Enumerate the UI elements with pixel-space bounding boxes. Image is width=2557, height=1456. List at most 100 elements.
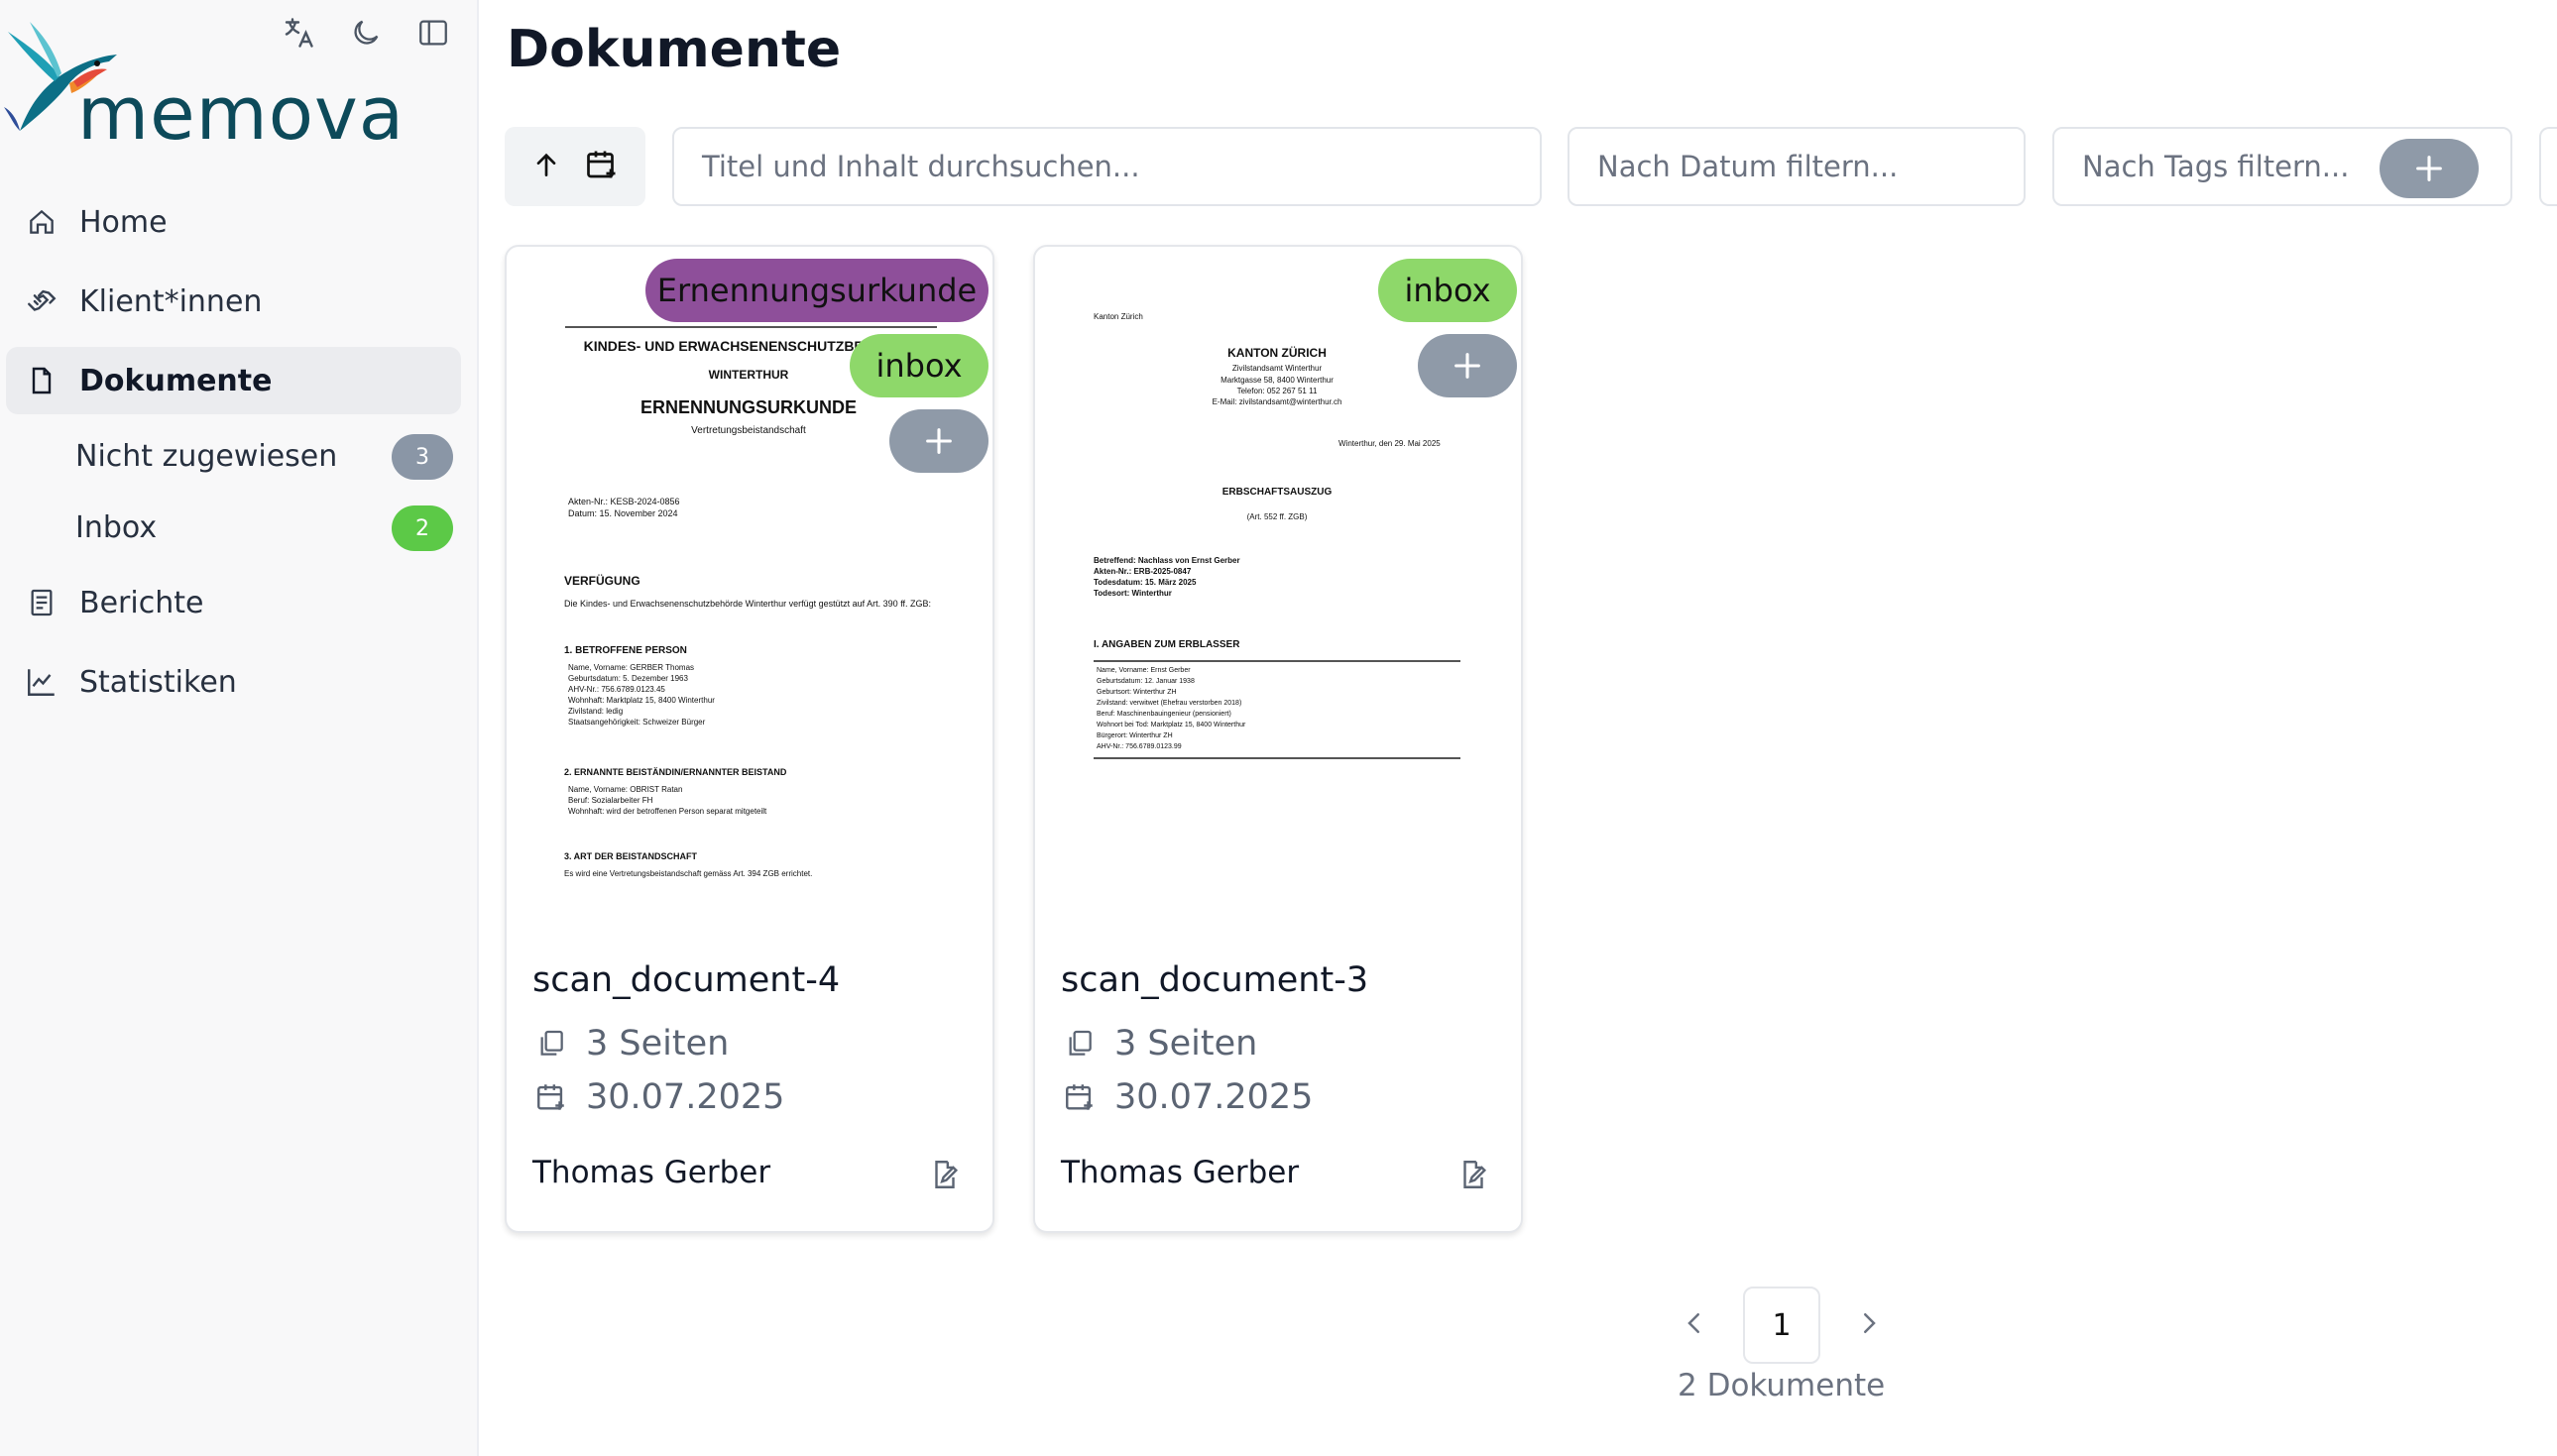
preview-text: 2. ERNANNTE BEISTÄNDIN/ERNANNTER BEISTAN…: [564, 767, 787, 777]
date-filter-input[interactable]: Nach Datum filtern...: [1568, 127, 2026, 206]
preview-text: Name, Vorname: OBRIST Ratan: [568, 785, 683, 794]
document-card[interactable]: KINDES- UND ERWACHSENENSCHUTZBEHÖRDE WIN…: [505, 245, 994, 1233]
preview-text: VERFÜGUNG: [564, 574, 640, 588]
add-tag-filter-button[interactable]: [2380, 139, 2479, 198]
document-owner[interactable]: Thomas Gerber: [1061, 1155, 1299, 1190]
document-title[interactable]: scan_document-4: [532, 960, 840, 1000]
preview-text: Geburtsdatum: 5. Dezember 1963: [568, 674, 688, 683]
preview-text: Datum: 15. November 2024: [568, 508, 678, 518]
preview-text: Wohnhaft: wird der betroffenen Person se…: [568, 807, 767, 816]
preview-text: Es wird eine Vertretungsbeistandschaft g…: [564, 869, 813, 878]
document-pages: 3 Seiten: [532, 1024, 729, 1064]
plus-icon: [2416, 156, 2442, 181]
tag-chip[interactable]: inbox: [1378, 259, 1517, 322]
sidebar-item-label: Dokumente: [79, 363, 273, 398]
preview-text: ERBSCHAFTSAUSZUG: [1221, 487, 1333, 498]
page-button[interactable]: 1: [1743, 1287, 1820, 1364]
calendar-plus-icon: [1061, 1078, 1099, 1116]
document-owner[interactable]: Thomas Gerber: [532, 1155, 770, 1190]
date-label: 30.07.2025: [586, 1077, 785, 1117]
calendar-plus-icon: [532, 1078, 570, 1116]
document-card[interactable]: Kanton Zürich KANTON ZÜRICH Zivilstandsa…: [1033, 245, 1523, 1233]
preview-text: AHV-Nr.: 756.6789.0123.45: [568, 685, 665, 694]
main-content: Dokumente Titel und Inhalt durchsuchen..…: [477, 0, 2557, 1456]
arrow-up-icon[interactable]: [530, 149, 562, 184]
chevron-left-icon[interactable]: [1680, 1308, 1709, 1342]
plus-icon: [1454, 353, 1480, 379]
preview-text: Winterthur, den 29. Mai 2025: [1338, 439, 1441, 448]
document-pages: 3 Seiten: [1061, 1024, 1257, 1064]
document-date: 30.07.2025: [1061, 1077, 1313, 1117]
sidebar-item-reports[interactable]: Berichte: [6, 569, 461, 636]
preview-text: Name, Vorname: Ernst Gerber: [1097, 667, 1191, 674]
add-tag-button[interactable]: [889, 409, 988, 473]
date-label: 30.07.2025: [1114, 1077, 1314, 1117]
logo-text: memova: [77, 71, 406, 157]
preview-text: 3. ART DER BEISTANDSCHAFT: [564, 851, 698, 861]
preview-text: Todesdatum: 15. März 2025: [1094, 578, 1197, 587]
preview-text: Beruf: Maschinenbauingenieur (pensionier…: [1097, 711, 1231, 718]
sidebar-item-label: Home: [79, 204, 168, 240]
sidebar-subitem-unassigned[interactable]: Nicht zugewiesen 3: [59, 426, 461, 486]
document-title[interactable]: scan_document-3: [1061, 960, 1368, 1000]
preview-text: Bürgerort: Winterthur ZH: [1097, 732, 1173, 739]
preview-text: Wohnhaft: Marktplatz 15, 8400 Winterthur: [568, 696, 715, 705]
preview-text: Zivilstand: ledig: [568, 707, 624, 716]
sidebar-nav: Home Klient*innen Dokumente Nicht zugewi…: [0, 188, 477, 728]
sidebar-subitem-label: Inbox: [75, 509, 158, 545]
sidebar-subitem-inbox[interactable]: Inbox 2: [59, 498, 461, 557]
plus-icon: [926, 428, 952, 454]
sidebar-item-home[interactable]: Home: [6, 188, 461, 256]
preview-text: E-Mail: zivilstandsamt@winterthur.ch: [1212, 397, 1342, 406]
sort-control[interactable]: [505, 127, 645, 206]
pages-icon: [532, 1025, 570, 1063]
home-icon: [24, 204, 59, 240]
preview-text: AHV-Nr.: 756.6789.0123.99: [1097, 743, 1182, 750]
preview-text: Zivilstand: verwitwet (Ehefrau verstorbe…: [1097, 700, 1242, 707]
sidebar-subitem-label: Nicht zugewiesen: [75, 438, 338, 474]
more-filters-input[interactable]: [2539, 127, 2557, 206]
page-title: Dokumente: [507, 20, 842, 79]
preview-text: Kanton Zürich: [1094, 312, 1143, 321]
tag-chip[interactable]: Ernennungsurkunde: [645, 259, 988, 322]
sidebar-item-statistics[interactable]: Statistiken: [6, 648, 461, 716]
sidebar-item-clients[interactable]: Klient*innen: [6, 268, 461, 335]
calendar-plus-icon[interactable]: [584, 147, 620, 186]
chevron-right-icon[interactable]: [1854, 1308, 1884, 1342]
tags-filter-placeholder: Nach Tags filtern...: [2082, 150, 2350, 183]
edit-icon[interactable]: [925, 1155, 965, 1194]
sidebar: memova Home Klient*innen Dokumente Nicht…: [0, 0, 479, 1456]
translate-icon[interactable]: [278, 12, 319, 54]
preview-text: Geburtsort: Winterthur ZH: [1097, 689, 1177, 696]
add-tag-button[interactable]: [1418, 334, 1517, 397]
sidebar-item-label: Berichte: [79, 585, 204, 620]
report-icon: [24, 585, 59, 620]
preview-text: Staatsangehörigkeit: Schweizer Bürger: [568, 718, 706, 727]
pages-label: 3 Seiten: [586, 1024, 730, 1064]
pages-icon: [1061, 1025, 1099, 1063]
sidebar-toggle-icon[interactable]: [412, 12, 454, 54]
tag-chip[interactable]: inbox: [850, 334, 988, 397]
tags-filter-input[interactable]: Nach Tags filtern...: [2052, 127, 2512, 206]
pagination: 1: [1680, 1287, 1884, 1364]
preview-text: Todesort: Winterthur: [1094, 589, 1172, 598]
count-badge: 3: [392, 434, 453, 480]
preview-text: 1. BETROFFENE PERSON: [564, 645, 687, 656]
preview-text: I. ANGABEN ZUM ERBLASSER: [1094, 639, 1240, 650]
moon-icon[interactable]: [345, 12, 387, 54]
preview-text: Akten-Nr.: ERB-2025-0847: [1094, 567, 1192, 576]
sidebar-item-label: Statistiken: [79, 664, 237, 700]
preview-text: Beruf: Sozialarbeiter FH: [568, 796, 653, 805]
handshake-icon: [24, 283, 59, 319]
preview-text: Geburtsdatum: 12. Januar 1938: [1097, 678, 1195, 685]
preview-text: Name, Vorname: GERBER Thomas: [568, 663, 695, 672]
preview-text: Die Kindes- und Erwachsenenschutzbehörde…: [564, 599, 932, 609]
document-icon: [24, 363, 59, 398]
preview-text: Akten-Nr.: KESB-2024-0856: [568, 497, 680, 506]
edit-icon[interactable]: [1453, 1155, 1493, 1194]
search-input[interactable]: Titel und Inhalt durchsuchen...: [672, 127, 1542, 206]
sidebar-item-documents[interactable]: Dokumente: [6, 347, 461, 414]
chart-line-icon: [24, 664, 59, 700]
pages-label: 3 Seiten: [1114, 1024, 1258, 1064]
count-badge: 2: [392, 505, 453, 551]
